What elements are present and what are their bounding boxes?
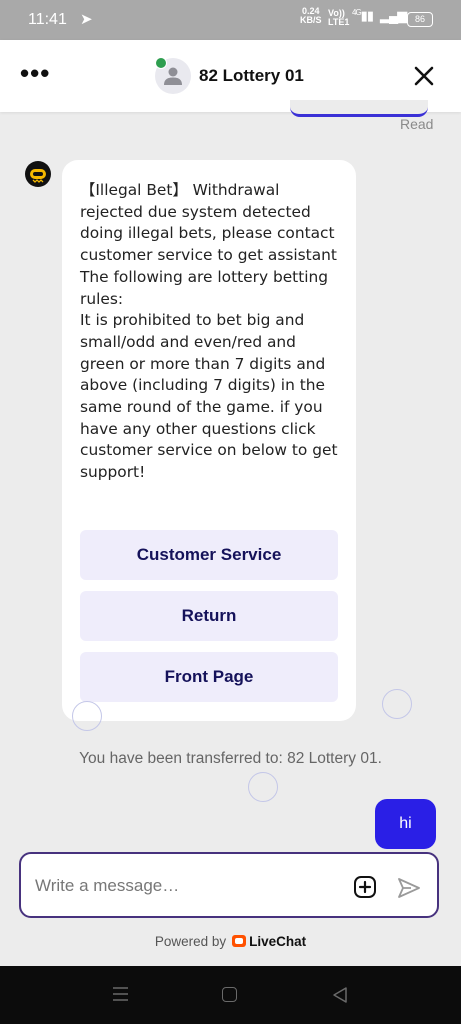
powered-by-footer: Powered by LiveChat [0,934,461,949]
message-input[interactable] [33,870,337,902]
status-time: 11:41 [28,11,67,28]
status-bar: 11:41 ➤ 0.24 KB/S Vo)) LTE1 4G▮▮ ▂▄▆ 86 [0,0,461,40]
recent-apps-icon[interactable] [112,986,129,1002]
online-status-dot [155,57,167,69]
signal-icon: 4G▮▮ [352,8,374,23]
transfer-notice: You have been transferred to: 82 Lottery… [79,750,382,767]
bot-message-text: 【Illegal Bet】 Withdrawal rejected due sy… [80,181,338,482]
network-speed-unit: KB/S [300,15,322,25]
livechat-brand[interactable]: LiveChat [249,934,306,949]
message-composer [19,852,439,918]
network-speed: 0.24 KB/S [300,7,322,25]
powered-by-label: Powered by [154,934,227,949]
send-icon[interactable] [396,875,422,901]
volte-indicator: Vo)) LTE1 [328,9,349,27]
return-button[interactable]: Return [80,591,338,641]
back-icon[interactable] [332,986,348,1004]
touch-indicator-ring [382,689,412,719]
touch-indicator-ring [72,701,102,731]
network-type: 4G [352,8,362,17]
agent-name: 82 Lottery 01 [199,66,304,85]
user-icon [164,67,182,85]
system-navigation-bar [0,966,461,1024]
bot-message-bubble: 【Illegal Bet】 Withdrawal rejected due sy… [62,160,356,721]
battery-level: 86 [414,14,425,24]
telegram-icon: ➤ [80,11,93,28]
more-horizontal-icon[interactable]: ••• [20,58,50,88]
user-message-bubble: hi [375,799,436,849]
home-icon[interactable] [222,987,237,1002]
livechat-logo-icon [232,935,247,947]
volte-bottom: LTE1 [328,17,350,27]
battery-icon: 86 [407,12,433,27]
close-icon[interactable] [410,62,438,90]
previous-user-message [290,100,428,117]
read-receipt: Read [400,116,434,132]
lottery-logo-icon [30,169,46,183]
touch-indicator-ring [248,772,278,802]
customer-service-button[interactable]: Customer Service [80,530,338,580]
add-attachment-icon[interactable] [353,875,377,899]
front-page-button[interactable]: Front Page [80,652,338,702]
signal-icon-2: ▂▄▆ [380,8,407,23]
bot-avatar [25,161,51,187]
